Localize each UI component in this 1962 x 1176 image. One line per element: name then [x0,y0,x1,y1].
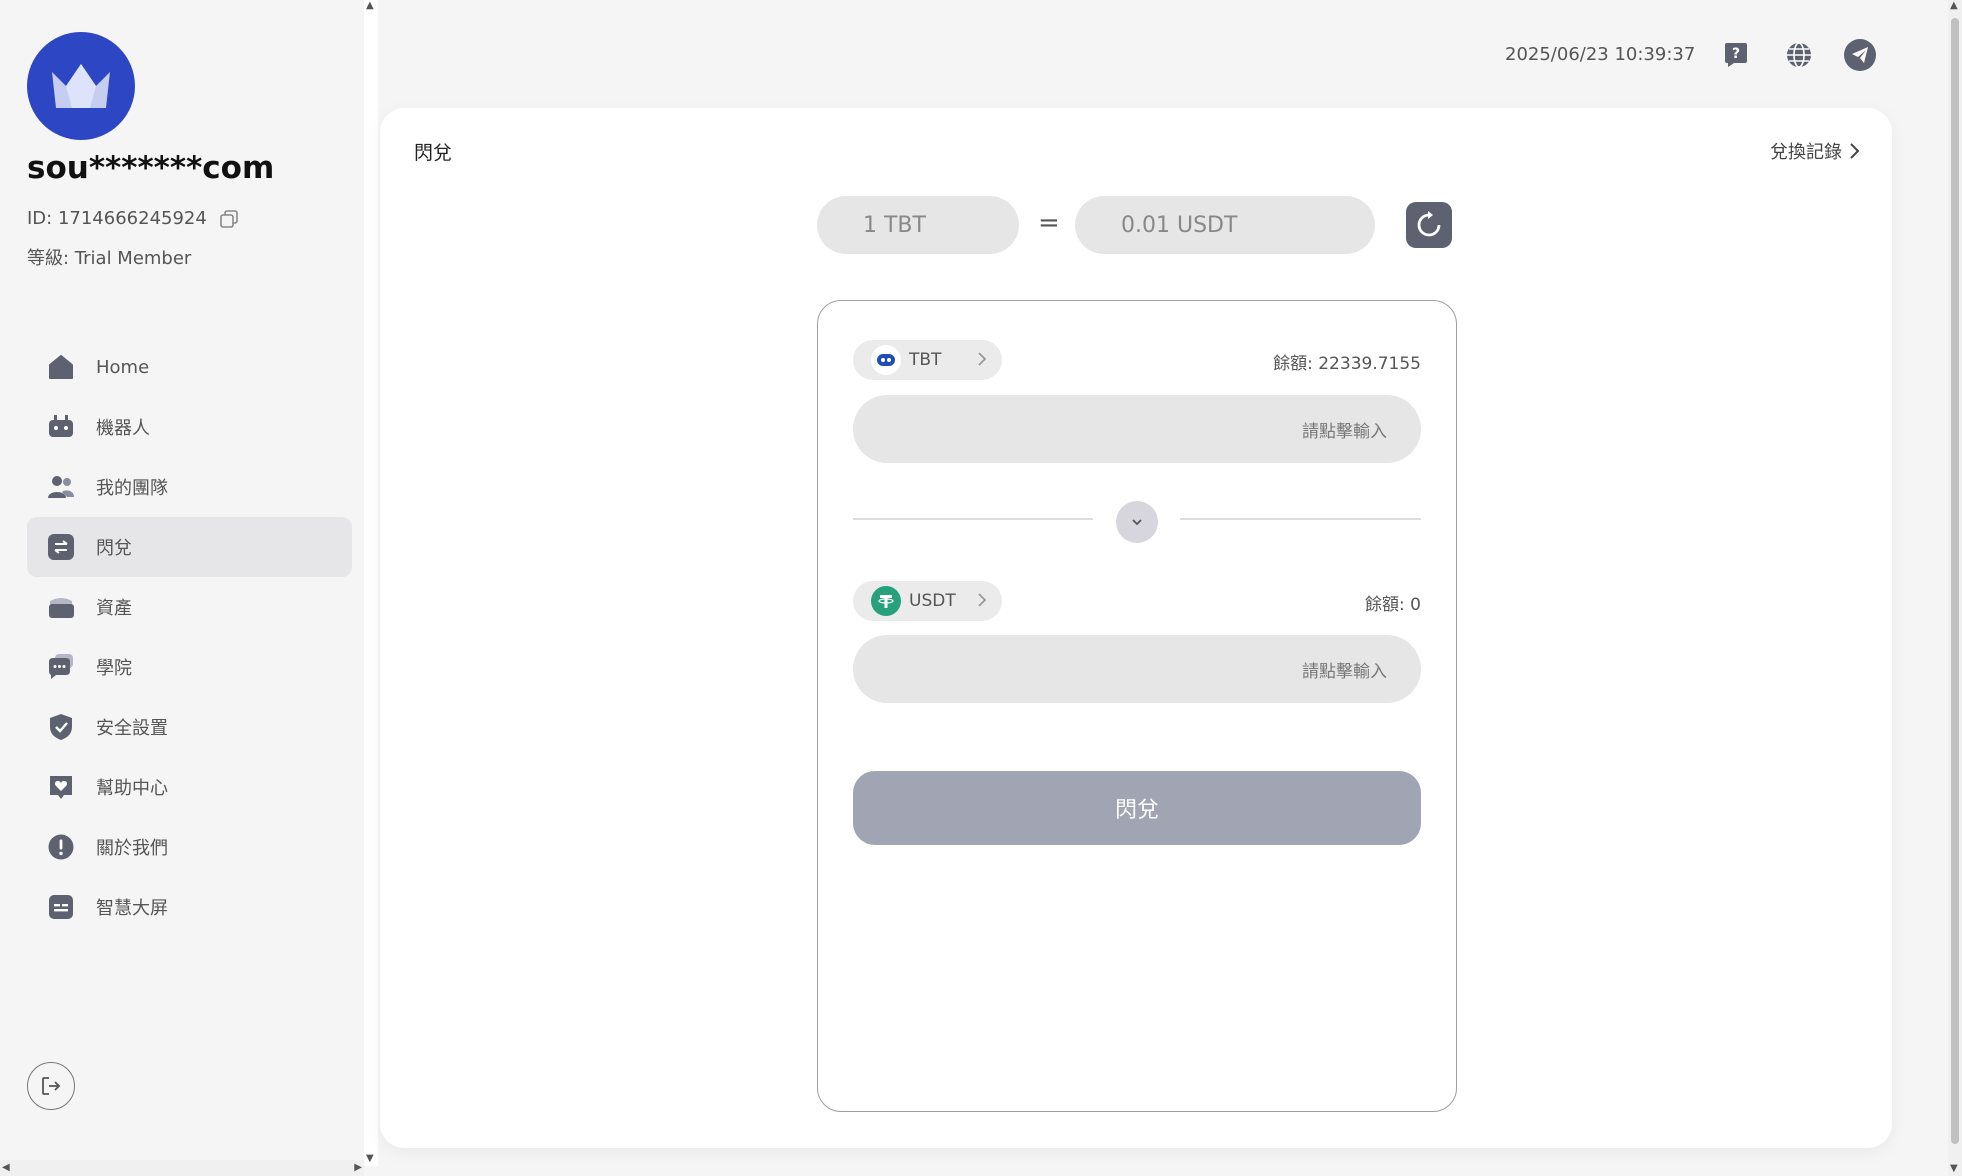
to-balance: 餘額: 0 [1365,595,1421,615]
chevron-right-icon [978,593,987,607]
scroll-right-arrow[interactable]: ▶ [354,1162,362,1173]
heart-icon [47,773,75,801]
user-id-label: ID: 1714666245924 [27,208,207,229]
sidebar-item-label: 機器人 [96,418,150,439]
from-amount-input[interactable]: 請點擊輸入 [853,395,1421,463]
scrollbar-thumb[interactable] [1951,18,1959,1144]
sidebar-item-label: 資產 [96,598,132,619]
rate-to: 0.01 USDT [1075,196,1375,254]
swap-icon [47,533,75,561]
usdt-coin-icon [871,586,901,616]
copy-icon[interactable] [219,209,239,229]
swap-submit-button[interactable]: 閃兌 [853,771,1421,845]
sidebar-item-assets[interactable]: 資產 [27,577,352,637]
from-amount-placeholder: 請點擊輸入 [1302,421,1387,442]
refresh-rate-button[interactable] [1406,202,1452,248]
from-token-label: TBT [909,350,942,370]
exchange-history-link[interactable]: 兌換記錄 [1770,138,1860,164]
scroll-up-arrow[interactable]: ▲ [366,0,374,11]
sidebar-horizontal-scrollbar[interactable]: ◀ ▶ [0,1160,364,1176]
to-amount-placeholder: 請點擊輸入 [1302,661,1387,682]
scroll-down-arrow[interactable]: ▼ [366,1153,374,1164]
sidebar-item-security[interactable]: 安全設置 [27,697,352,757]
scroll-down-arrow[interactable]: ▼ [1950,1163,1958,1174]
member-level: 等級: Trial Member [27,248,192,269]
screen-icon [47,893,75,921]
page-title: 閃兌 [414,142,453,164]
sidebar-item-team[interactable]: 我的團隊 [27,457,352,517]
team-icon [47,473,75,501]
swap-card: 閃兌 兌換記錄 1 TBT = 0.01 USDT TBT 餘額: 22339.… [380,108,1892,1148]
svg-text:?: ? [1732,46,1740,62]
scroll-up-arrow[interactable]: ▲ [1950,0,1958,11]
logout-button[interactable] [27,1062,75,1110]
sidebar-item-label: 安全設置 [96,718,168,739]
sidebar-item-about[interactable]: 關於我們 [27,817,352,877]
sidebar-item-academy[interactable]: 學院 [27,637,352,697]
sidebar-item-label: 學院 [96,658,132,679]
to-amount-input[interactable]: 請點擊輸入 [853,635,1421,703]
rate-equals: = [1038,208,1060,238]
user-id: ID: 1714666245924 [27,208,239,229]
sidebar-item-help[interactable]: 幫助中心 [27,757,352,817]
home-icon [47,353,75,381]
sidebar: sou*******com ID: 1714666245924 等級: Tria… [0,0,364,1176]
swap-form: TBT 餘額: 22339.7155 請點擊輸入 USDT 餘額: 0 請點擊輸… [817,300,1457,1112]
refresh-icon [1417,211,1441,237]
info-icon [47,833,75,861]
logout-icon [42,1077,61,1095]
telegram-button[interactable] [1844,39,1876,71]
from-balance: 餘額: 22339.7155 [1273,354,1421,374]
sidebar-item-home[interactable]: Home [27,337,352,397]
sidebar-item-label: 我的團隊 [96,478,168,499]
chat-icon [47,653,75,681]
sidebar-scrollbar[interactable]: ▲ ▼ [364,0,378,1166]
sidebar-item-label: 智慧大屏 [96,898,168,919]
current-datetime: 2025/06/23 10:39:37 [1505,44,1696,65]
chevron-down-icon [1132,519,1142,526]
to-token-selector[interactable]: USDT [853,581,1002,621]
username: sou*******com [27,150,275,186]
divider-left [853,518,1093,520]
swap-direction-button[interactable] [1116,501,1158,543]
to-token-label: USDT [909,591,956,611]
sidebar-item-label: 幫助中心 [96,778,168,799]
sidebar-item-swap[interactable]: 閃兌 [27,517,352,577]
scroll-left-arrow[interactable]: ◀ [2,1162,10,1173]
chevron-right-icon [978,352,987,366]
avatar[interactable] [27,32,135,140]
chevron-right-icon [1850,143,1860,159]
telegram-icon [1852,47,1868,63]
help-chat-icon: ? [1725,43,1747,67]
sidebar-item-big-screen[interactable]: 智慧大屏 [27,877,352,937]
sidebar-item-robot[interactable]: 機器人 [27,397,352,457]
wallet-icon [47,593,75,621]
sidebar-item-label: Home [96,356,150,378]
support-chat-button[interactable]: ? [1720,39,1752,71]
sidebar-nav: Home 機器人 我的團隊 閃兌 資產 學院 安全設置 幫助中心 關於我們 智慧… [27,337,352,937]
sidebar-item-label: 閃兌 [96,538,132,559]
shield-icon [47,713,75,741]
from-token-selector[interactable]: TBT [853,340,1002,380]
divider-right [1180,518,1421,520]
crown-icon [52,64,110,108]
tbt-coin-icon [871,345,901,375]
globe-icon [1787,42,1811,68]
sidebar-item-label: 關於我們 [96,838,168,859]
robot-icon [47,413,75,441]
rate-from: 1 TBT [817,196,1019,254]
exchange-history-label: 兌換記錄 [1770,142,1842,163]
page-scrollbar[interactable]: ▲ ▼ [1948,0,1962,1176]
language-button[interactable] [1783,39,1815,71]
